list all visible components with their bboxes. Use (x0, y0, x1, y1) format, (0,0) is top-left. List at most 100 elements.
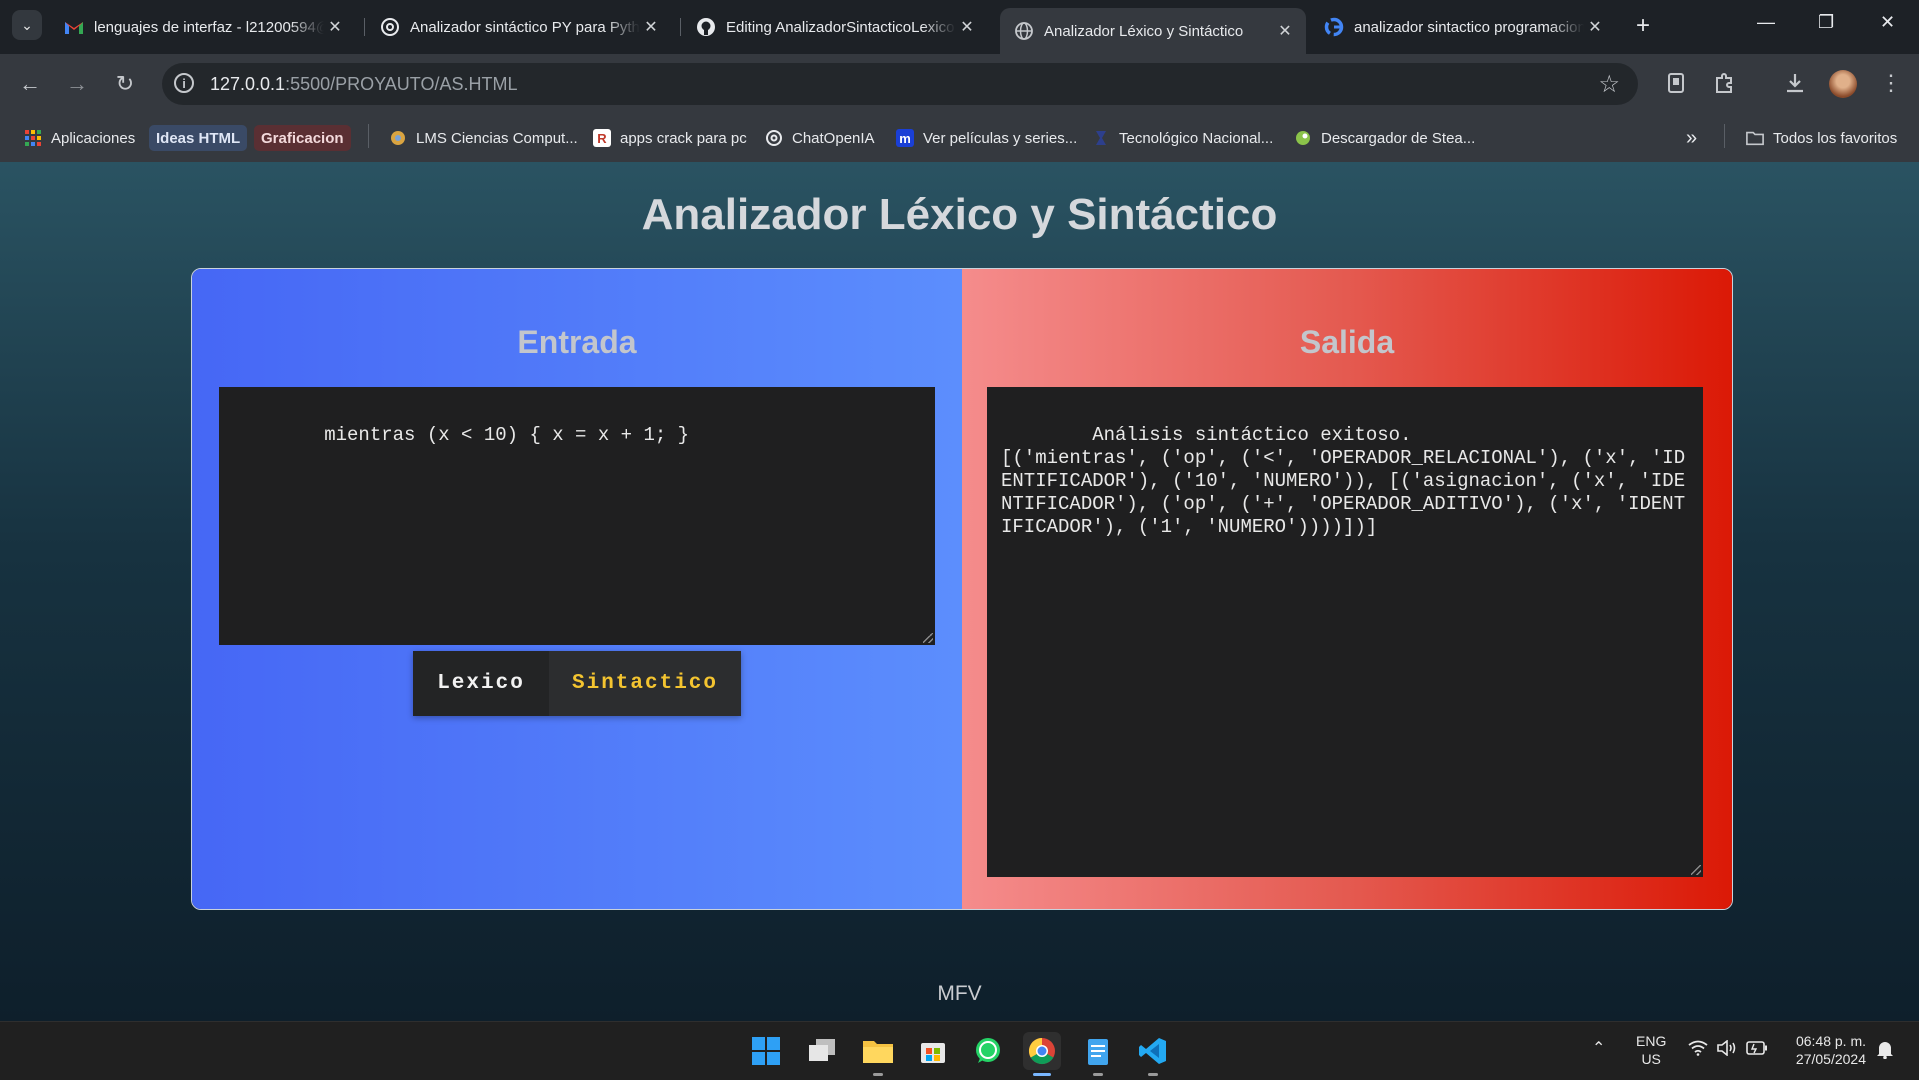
close-tab-icon[interactable]: ✕ (324, 16, 346, 38)
tab-github[interactable]: Editing AnalizadorSintacticoLexico ✕ (682, 8, 988, 46)
apps-grid-icon (24, 129, 42, 147)
tab-google-search[interactable]: analizador sintactico programacion ✕ (1310, 8, 1616, 46)
input-textarea[interactable]: mientras (x < 10) { x = x + 1; } (219, 387, 935, 645)
microsoft-store-icon[interactable] (914, 1032, 952, 1070)
vscode-icon[interactable] (1134, 1032, 1172, 1076)
folder-icon (1746, 129, 1764, 147)
bookmark-peliculas[interactable]: m Ver películas y series... (896, 124, 1077, 152)
address-bar[interactable]: i 127.0.0.1:5500/PROYAUTO/AS.HTML ☆ (162, 63, 1638, 105)
github-icon (696, 17, 716, 37)
bookmark-label: LMS Ciencias Comput... (416, 129, 578, 147)
bookmark-label: Graficacion (254, 125, 351, 151)
file-explorer-icon[interactable] (859, 1032, 897, 1076)
bookmark-ideas-html[interactable]: Ideas HTML (149, 124, 248, 152)
battery-icon[interactable] (1746, 1041, 1768, 1058)
close-window-icon[interactable]: ✕ (1880, 12, 1895, 33)
profile-avatar[interactable] (1829, 70, 1857, 98)
close-tab-icon[interactable]: ✕ (640, 16, 662, 38)
tab-title: lenguajes de interfaz - l21200594@ (94, 18, 324, 36)
download-icon[interactable] (1780, 68, 1810, 98)
bookmark-tecnologico[interactable]: Tecnológico Nacional... (1092, 124, 1273, 152)
language-indicator[interactable]: ENG US (1636, 1032, 1666, 1068)
output-panel: Salida Análisis sintáctico exitoso. [('m… (962, 269, 1732, 909)
tecnm-icon (1092, 129, 1110, 147)
bookmark-star-icon[interactable]: ☆ (1598, 70, 1620, 99)
volume-icon[interactable] (1717, 1039, 1737, 1059)
bookmark-label: Ver películas y series... (923, 129, 1078, 147)
action-buttons: Lexico Sintactico (413, 651, 741, 716)
language-code: ENG (1636, 1033, 1667, 1049)
bookmarks-divider (1724, 124, 1725, 148)
more-bookmarks-icon[interactable]: » (1686, 124, 1697, 152)
close-tab-icon[interactable]: ✕ (1274, 20, 1296, 42)
gmail-icon (64, 17, 84, 37)
url-text: 127.0.0.1:5500/PROYAUTO/AS.HTML (210, 74, 518, 94)
whatsapp-icon[interactable] (969, 1032, 1007, 1070)
bookmark-label: Todos los favoritos (1773, 129, 1898, 147)
output-textarea[interactable]: Análisis sintáctico exitoso. [('mientras… (987, 387, 1703, 877)
input-heading: Entrada (517, 324, 637, 360)
bookmark-label: ChatOpenIA (792, 129, 875, 147)
site-info-icon[interactable]: i (174, 73, 194, 93)
windows-start-icon[interactable] (747, 1032, 785, 1070)
output-text: Análisis sintáctico exitoso. [('mientras… (1001, 424, 1686, 538)
bookmark-label: Ideas HTML (149, 125, 248, 151)
bookmark-lms[interactable]: LMS Ciencias Comput... (389, 124, 578, 152)
tab-title: Editing AnalizadorSintacticoLexico (726, 18, 955, 36)
sintactico-button[interactable]: Sintactico (549, 651, 741, 716)
bookmark-label: Tecnológico Nacional... (1119, 129, 1274, 147)
bookmark-graficacion[interactable]: Graficacion (254, 124, 351, 152)
tab-gmail[interactable]: lenguajes de interfaz - l21200594@ ✕ (50, 8, 356, 46)
reload-icon[interactable]: ↻ (109, 68, 141, 100)
lexico-button[interactable]: Lexico (413, 651, 549, 716)
running-indicator (1093, 1073, 1103, 1076)
tab-title: Analizador sintáctico PY para Python (410, 18, 640, 36)
clock-time: 06:48 p. m. (1795, 1033, 1866, 1049)
steam-icon (1294, 129, 1312, 147)
minimize-icon[interactable]: — (1757, 12, 1775, 33)
new-tab-button[interactable]: + (1636, 12, 1650, 40)
task-view-icon[interactable] (803, 1032, 841, 1070)
bookmark-steam[interactable]: Descargador de Stea... (1294, 124, 1475, 152)
clock-date: 27/05/2024 (1795, 1051, 1866, 1067)
bookmark-apps-crack[interactable]: R apps crack para pc (593, 124, 747, 152)
notification-bell-icon[interactable] (1876, 1039, 1894, 1062)
tab-analizador-active[interactable]: Analizador Léxico y Sintáctico ✕ (1000, 8, 1306, 54)
tab-title: Analizador Léxico y Sintáctico (1044, 22, 1244, 40)
wifi-icon[interactable] (1688, 1040, 1708, 1059)
bookmark-chatopenia[interactable]: ChatOpenIA (765, 124, 875, 152)
chatgpt-icon (765, 129, 783, 147)
chrome-icon[interactable] (1023, 1032, 1061, 1076)
show-hidden-icons-chevron-up-icon[interactable]: ⌃ (1592, 1038, 1605, 1058)
forward-icon[interactable]: → (61, 68, 93, 100)
m-icon: m (896, 129, 914, 147)
tab-search-button[interactable]: ⌄ (12, 10, 42, 40)
google-icon (1324, 17, 1344, 37)
analyzer-card: Entrada mientras (x < 10) { x = x + 1; }… (191, 268, 1733, 910)
resize-handle-icon[interactable] (923, 633, 933, 643)
windows-taskbar: ⌃ ENG US 06:48 p. m. 27/05/2024 (0, 1021, 1919, 1080)
globe-icon (1014, 21, 1034, 41)
tab-chatgpt[interactable]: Analizador sintáctico PY para Python ✕ (366, 8, 672, 46)
restore-icon[interactable]: ❐ (1818, 12, 1834, 33)
bookmark-aplicaciones[interactable]: Aplicaciones (24, 124, 135, 152)
input-panel: Entrada mientras (x < 10) { x = x + 1; }… (192, 269, 962, 909)
active-indicator (1033, 1073, 1051, 1076)
bookmark-label: apps crack para pc (620, 129, 747, 147)
all-bookmarks-folder[interactable]: Todos los favoritos (1746, 124, 1897, 152)
tab-title: analizador sintactico programacion (1354, 18, 1584, 36)
resize-handle-icon[interactable] (1691, 865, 1701, 875)
extensions-puzzle-icon[interactable] (1709, 68, 1739, 98)
back-icon[interactable]: ← (14, 68, 46, 100)
notepad-icon[interactable] (1079, 1032, 1117, 1076)
close-tab-icon[interactable]: ✕ (956, 16, 978, 38)
close-tab-icon[interactable]: ✕ (1584, 16, 1606, 38)
running-indicator (1148, 1073, 1158, 1076)
bookmark-label: Descargador de Stea... (1321, 129, 1476, 147)
clock[interactable]: 06:48 p. m. 27/05/2024 (1788, 1032, 1866, 1068)
region-code: US (1641, 1051, 1661, 1067)
page-title: Analizador Léxico y Sintáctico (641, 190, 1278, 239)
extension-icon[interactable] (1661, 68, 1691, 98)
more-menu-icon[interactable]: ⋮ (1876, 68, 1906, 98)
bookmark-label: Aplicaciones (51, 129, 136, 147)
